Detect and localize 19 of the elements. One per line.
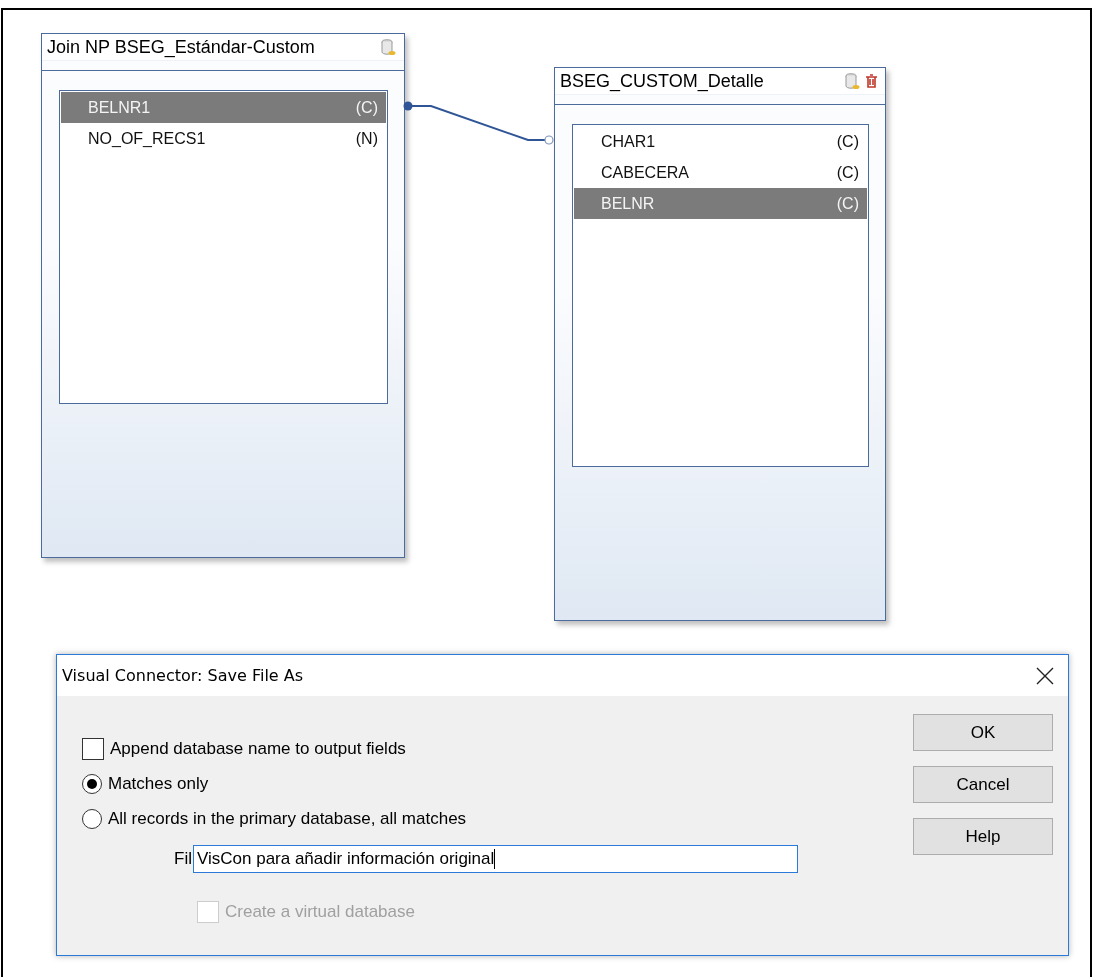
file-name-field[interactable]: VisCon para añadir información original xyxy=(192,845,798,873)
option-label: Create a virtual database xyxy=(225,901,415,922)
close-icon xyxy=(1036,666,1054,685)
trash-icon[interactable] xyxy=(866,74,877,88)
option-label: All records in the primary database, all matches xyxy=(108,808,467,829)
checkbox[interactable] xyxy=(82,737,104,760)
option-label: Append database name to output fields xyxy=(110,738,406,759)
table-title: Join NP BSEG_Estándar-Custom xyxy=(47,36,315,58)
field-label: Fil xyxy=(174,849,192,869)
dialog-button[interactable]: OK xyxy=(913,714,1053,751)
table-title: BSEG_CUSTOM_Detalle xyxy=(560,70,764,92)
field-row[interactable]: BELNR1 (C) xyxy=(61,92,386,123)
dialog-title: Visual Connector: Save File As xyxy=(62,666,305,685)
option-label: Matches only xyxy=(108,773,209,794)
radio-button[interactable] xyxy=(82,773,102,794)
dialog-button[interactable]: Help xyxy=(913,818,1053,855)
radio-button[interactable] xyxy=(82,808,102,829)
dialog-button[interactable]: Cancel xyxy=(913,766,1053,803)
field-row[interactable]: BELNR (C) xyxy=(574,188,867,219)
